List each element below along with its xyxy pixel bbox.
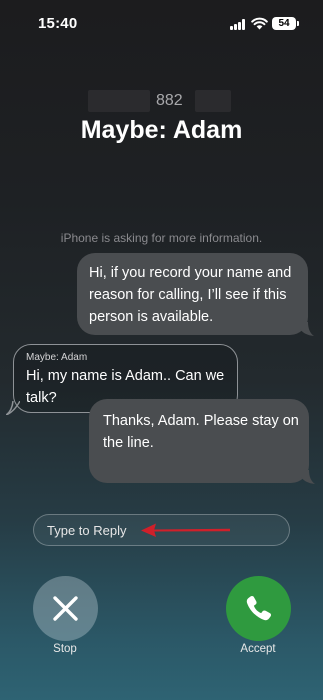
- cellular-signal-icon: [230, 19, 247, 30]
- message-sender: Maybe: Adam: [26, 352, 88, 363]
- bubble-tail: [300, 322, 314, 336]
- caller-number: 882: [156, 92, 183, 109]
- battery-icon: 54: [272, 17, 296, 30]
- red-arrow-icon: [141, 523, 230, 537]
- stop-button[interactable]: [33, 576, 98, 641]
- outgoing-message: Thanks, Adam. Please stay on the line.: [89, 399, 309, 483]
- caller-name: Maybe: Adam: [80, 116, 243, 144]
- phone-icon: [246, 595, 272, 621]
- caller-number-row: 882: [0, 90, 323, 114]
- status-time: 15:40: [38, 15, 78, 32]
- message-text: Thanks, Adam. Please stay on the line.: [103, 413, 299, 451]
- close-x-icon: [53, 596, 78, 621]
- redacted-number-block: [195, 90, 231, 112]
- bubble-tail: [6, 401, 20, 415]
- message-text: Hi, if you record your name and reason f…: [89, 265, 292, 325]
- reply-placeholder: Type to Reply: [47, 523, 127, 538]
- accept-button[interactable]: [226, 576, 291, 641]
- status-bar: 15:40 54: [0, 0, 323, 46]
- outgoing-message: Hi, if you record your name and reason f…: [77, 253, 308, 335]
- stop-label: Stop: [53, 643, 77, 655]
- screening-notice: iPhone is asking for more information.: [60, 231, 263, 245]
- wifi-icon: [251, 17, 268, 30]
- bubble-tail: [301, 470, 315, 484]
- battery-tip: [297, 21, 299, 26]
- accept-label: Accept: [240, 643, 276, 655]
- redacted-number-block: [88, 90, 150, 112]
